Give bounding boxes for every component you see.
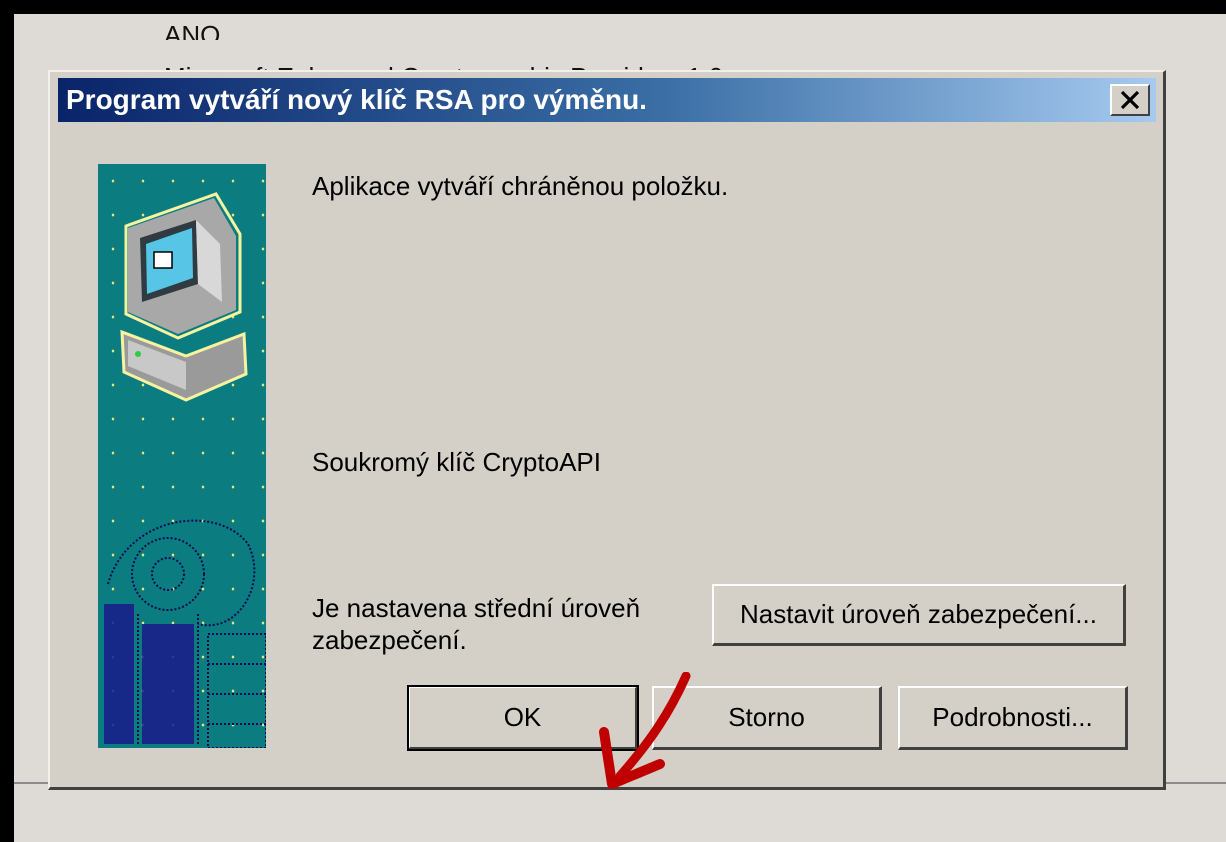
key-label: Soukromý klíč CryptoAPI [312,447,601,477]
background-text-ano: ANO [164,22,221,40]
ok-button[interactable]: OK [407,685,639,751]
keys-icon [104,519,266,748]
cancel-button[interactable]: Storno [652,686,882,750]
dialog-message: Aplikace vytváří chráněnou položku. [312,171,729,201]
title-bar[interactable]: Program vytváří nový klíč RSA pro výměnu… [58,78,1156,122]
details-button[interactable]: Podrobnosti... [898,686,1128,750]
security-side-image [98,164,266,748]
set-security-level-button[interactable]: Nastavit úroveň zabezpečení... [712,584,1126,646]
dialog-title: Program vytváří nový klíč RSA pro výměnu… [66,84,647,115]
close-button[interactable] [1110,84,1150,116]
close-icon [1120,90,1140,110]
security-level-text: Je nastavena střední úroveň zabezpečení. [312,593,641,655]
rsa-key-dialog: Program vytváří nový klíč RSA pro výměnu… [48,70,1166,790]
